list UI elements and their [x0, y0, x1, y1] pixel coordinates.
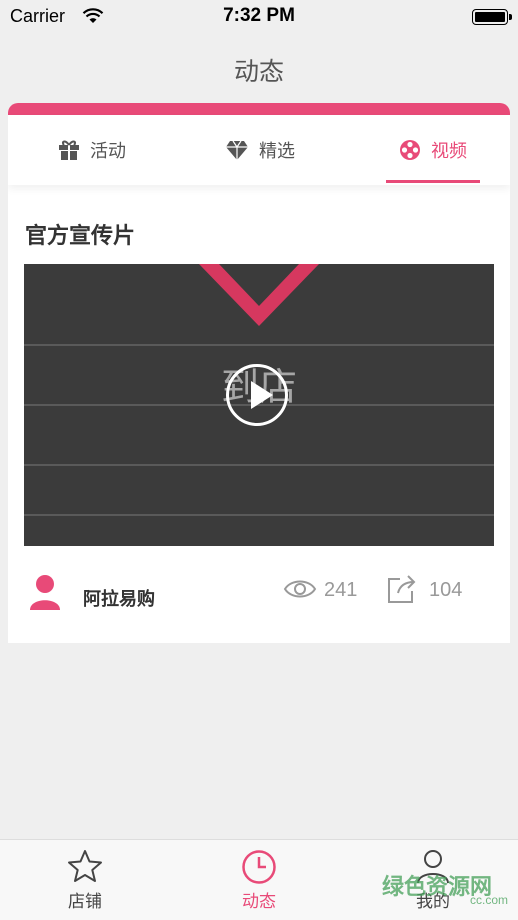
- post-title: 官方宣传片: [25, 224, 136, 249]
- status-bar: Carrier 7:32 PM: [0, 0, 518, 34]
- post-meta: 阿拉易购 241 104: [8, 565, 510, 625]
- accent-bar: [8, 103, 510, 115]
- tab-feed[interactable]: 动态: [199, 840, 319, 920]
- tab-store[interactable]: 店铺: [25, 840, 145, 920]
- tab-featured[interactable]: 精选: [176, 115, 344, 185]
- tab-label: 店铺: [68, 892, 102, 912]
- gift-icon: [59, 140, 79, 160]
- author-name[interactable]: 阿拉易购: [83, 585, 155, 611]
- tab-video[interactable]: 视频: [386, 115, 480, 185]
- share-count: 104: [429, 579, 463, 601]
- star-icon: [68, 850, 102, 882]
- mall-floor-line: [24, 464, 494, 466]
- tab-activity[interactable]: 活动: [8, 115, 176, 185]
- watermark-sub: cc.com: [470, 893, 509, 907]
- clock-icon: [242, 850, 276, 884]
- tab-label: 视频: [431, 141, 467, 162]
- brand-chevron-logo: [199, 264, 319, 326]
- tab-label: 活动: [90, 141, 126, 162]
- eye-icon: [283, 580, 317, 598]
- battery-icon: [472, 9, 512, 25]
- tab-label: 动态: [242, 892, 276, 912]
- mall-floor-line: [24, 514, 494, 516]
- play-button[interactable]: [226, 364, 288, 426]
- diamond-icon: [226, 140, 248, 160]
- video-thumbnail[interactable]: 到店: [24, 264, 494, 546]
- avatar[interactable]: [28, 573, 62, 611]
- active-tab-indicator: [386, 180, 480, 183]
- clock-time: 7:32 PM: [223, 5, 295, 26]
- view-count: 241: [324, 579, 358, 601]
- segment-tabs: 活动 精选 视频: [8, 115, 510, 185]
- share-icon[interactable]: [386, 573, 418, 605]
- mall-floor-line: [24, 344, 494, 346]
- film-reel-icon: [400, 140, 420, 160]
- tab-label: 精选: [259, 141, 295, 162]
- feed-card: 活动 精选 视频 官方宣传片 到店 阿拉易购 241 104: [8, 103, 510, 643]
- page-title: 动态: [233, 57, 284, 86]
